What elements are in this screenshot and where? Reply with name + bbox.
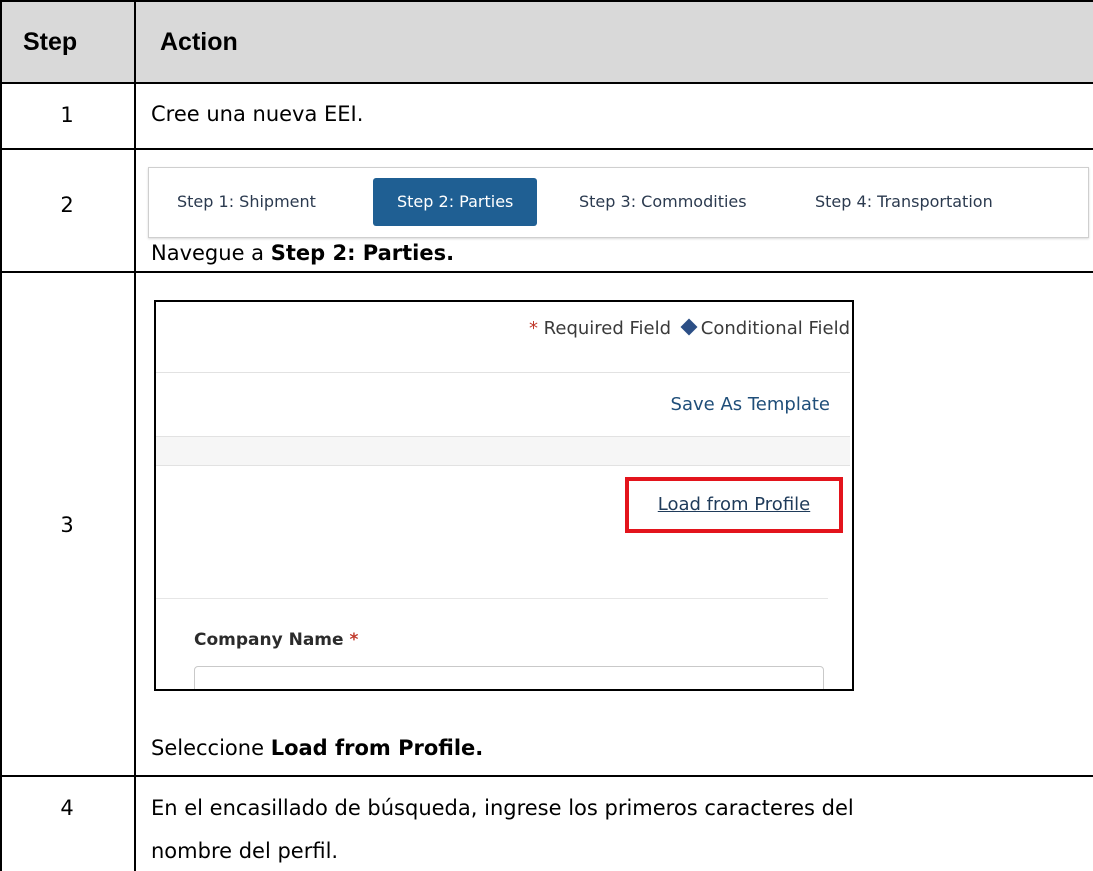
highlight-box: Load from Profile: [625, 477, 843, 533]
step-action-text: nombre del perfil.: [151, 839, 339, 863]
step-action-text: Navegue a Step 2: Parties.: [151, 241, 454, 265]
step-number: 4: [60, 796, 74, 820]
company-name-label: Company Name *: [194, 630, 358, 650]
step-action-text: Seleccione Load from Profile.: [151, 736, 483, 760]
divider: [156, 598, 828, 599]
grid-line: [0, 148, 1093, 150]
divider-band: [156, 436, 850, 466]
required-star: *: [528, 318, 538, 339]
step-number: 3: [60, 513, 74, 537]
form-screenshot: * Required Field Conditional Field Save …: [154, 300, 854, 691]
step-action-text: Cree una nueva EEI.: [151, 102, 364, 126]
tab-shipment[interactable]: Step 1: Shipment: [153, 178, 340, 226]
text-prefix: Navegue a: [151, 241, 271, 265]
grid-line: [0, 0, 1093, 2]
tab-transportation[interactable]: Step 4: Transportation: [791, 178, 1017, 226]
grid-line: [0, 82, 1093, 84]
instruction-table: Step Action 1 Cree una nueva EEI. 2 Step…: [0, 0, 1093, 871]
save-as-template-link[interactable]: Save As Template: [671, 394, 830, 415]
company-name-input[interactable]: [194, 666, 824, 689]
text-prefix: Seleccione: [151, 736, 271, 760]
step-number: 1: [60, 103, 74, 127]
text-bold: Step 2: Parties.: [270, 241, 455, 265]
tab-parties[interactable]: Step 2: Parties: [373, 178, 538, 226]
tab-commodities[interactable]: Step 3: Commodities: [555, 178, 771, 226]
step-action-text: En el encasillado de búsqueda, ingrese l…: [151, 796, 854, 820]
load-from-profile-link[interactable]: Load from Profile: [629, 494, 839, 515]
grid-line: [0, 0, 2, 871]
header-step: Step: [23, 28, 78, 56]
company-label-text: Company Name: [194, 630, 344, 650]
grid-line: [134, 0, 136, 871]
grid-line: [0, 271, 1093, 273]
grid-line: [0, 775, 1093, 777]
diamond-icon: [680, 318, 698, 336]
divider: [156, 372, 850, 373]
conditional-label: Conditional Field: [700, 318, 850, 339]
field-legend: * Required Field Conditional Field: [529, 318, 850, 339]
text-bold: Load from Profile.: [270, 736, 484, 760]
required-label: Required Field: [543, 318, 672, 339]
step-tabs-screenshot: Step 1: Shipment Step 2: Parties Step 3:…: [148, 167, 1089, 238]
header-action: Action: [160, 28, 238, 56]
step-number: 2: [60, 193, 74, 217]
required-star: *: [349, 630, 359, 650]
